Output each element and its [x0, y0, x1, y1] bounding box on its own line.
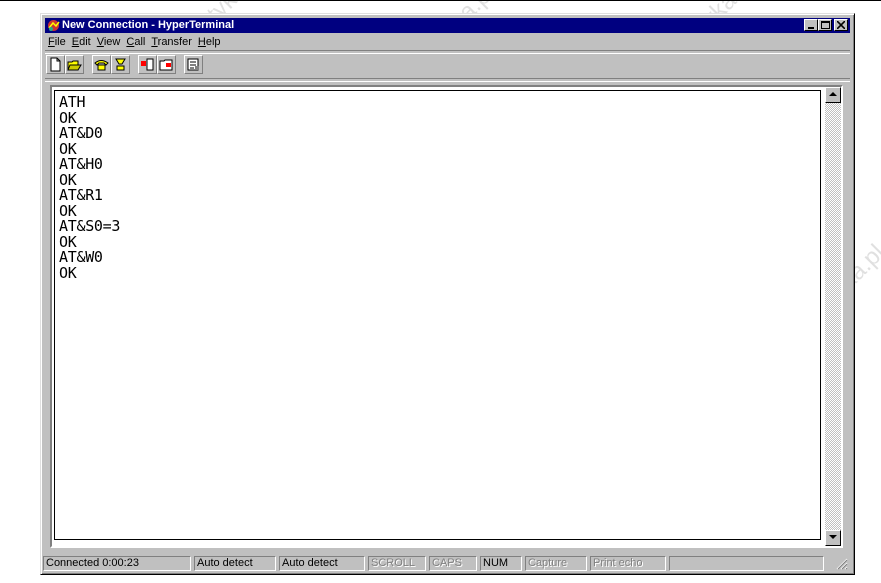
scroll-down-button[interactable]: [825, 530, 841, 546]
menu-separator: [45, 50, 850, 54]
new-file-icon: [50, 57, 61, 72]
scrollbar-track[interactable]: [825, 103, 841, 530]
arrow-down-icon: [829, 535, 837, 539]
new-connection-button[interactable]: [46, 55, 65, 74]
terminal-line: OK: [59, 139, 77, 158]
status-caps: CAPS: [429, 556, 477, 571]
minimize-icon: [808, 27, 814, 29]
terminal-line: AT&R1: [59, 186, 103, 204]
close-button[interactable]: [834, 19, 848, 31]
terminal-line: AT&H0: [59, 155, 103, 173]
status-bar: Connected 0:00:23 Auto detect Auto detec…: [43, 554, 850, 572]
hyperterminal-window: New Connection - HyperTerminal File Edit…: [40, 13, 855, 575]
hyperterminal-app-icon[interactable]: [47, 19, 60, 32]
menu-transfer[interactable]: Transfer: [148, 34, 195, 50]
maximize-button[interactable]: [818, 19, 832, 31]
receive-file-icon: [159, 59, 173, 71]
menu-help[interactable]: Help: [195, 34, 224, 50]
minimize-button[interactable]: [804, 19, 818, 31]
scroll-up-button[interactable]: [825, 87, 841, 103]
close-icon: [837, 21, 845, 29]
terminal-line: AT&D0: [59, 124, 103, 142]
title-bar[interactable]: New Connection - HyperTerminal: [45, 18, 850, 33]
connect-phone-icon: [94, 60, 109, 71]
menu-file[interactable]: File: [45, 34, 69, 50]
status-capture: Capture: [525, 556, 587, 571]
menu-call[interactable]: Call: [123, 34, 148, 50]
disconnect-button[interactable]: [111, 55, 130, 74]
status-scroll: SCROLL: [368, 556, 426, 571]
status-print-echo: Print echo: [590, 556, 666, 571]
resize-grip-icon[interactable]: [836, 558, 848, 570]
arrow-up-icon: [829, 92, 837, 96]
open-folder-icon: [67, 60, 82, 71]
receive-button[interactable]: [157, 55, 176, 74]
status-empty-panel: [669, 556, 824, 571]
properties-icon: [187, 58, 199, 71]
menu-bar: File Edit View Call Transfer Help: [45, 34, 850, 50]
vertical-scrollbar[interactable]: [825, 87, 841, 546]
terminal-line: AT&S0=3: [59, 217, 121, 235]
terminal-line: OK: [59, 108, 77, 127]
page-top-rule: [0, 0, 881, 1]
terminal-line: OK: [59, 232, 77, 251]
toolbar-separator: [45, 78, 850, 82]
terminal-line: OK: [59, 263, 77, 282]
status-detect-2: Auto detect: [279, 556, 365, 571]
send-button[interactable]: [138, 55, 157, 74]
terminal-line: ATH: [59, 93, 86, 111]
maximize-icon: [821, 21, 830, 29]
open-button[interactable]: [65, 55, 84, 74]
terminal-line: AT&W0: [59, 248, 103, 266]
status-detect-1: Auto detect: [194, 556, 276, 571]
menu-view[interactable]: View: [94, 34, 124, 50]
send-file-icon: [141, 58, 154, 71]
terminal-frame: ATH OK AT&D0 OK AT&H0 OK AT&R1 OK AT&S0=…: [50, 85, 843, 548]
menu-edit[interactable]: Edit: [69, 34, 94, 50]
terminal-line: OK: [59, 170, 77, 189]
properties-button[interactable]: [184, 55, 203, 74]
disconnect-phone-icon: [115, 58, 126, 71]
status-num: NUM: [480, 556, 522, 571]
terminal-screen[interactable]: ATH OK AT&D0 OK AT&H0 OK AT&R1 OK AT&S0=…: [54, 90, 821, 540]
window-controls: [804, 19, 848, 32]
terminal-line: OK: [59, 201, 77, 220]
window-title: New Connection - HyperTerminal: [62, 19, 235, 31]
status-connected-time: Connected 0:00:23: [43, 556, 191, 571]
connect-button[interactable]: [92, 55, 111, 74]
